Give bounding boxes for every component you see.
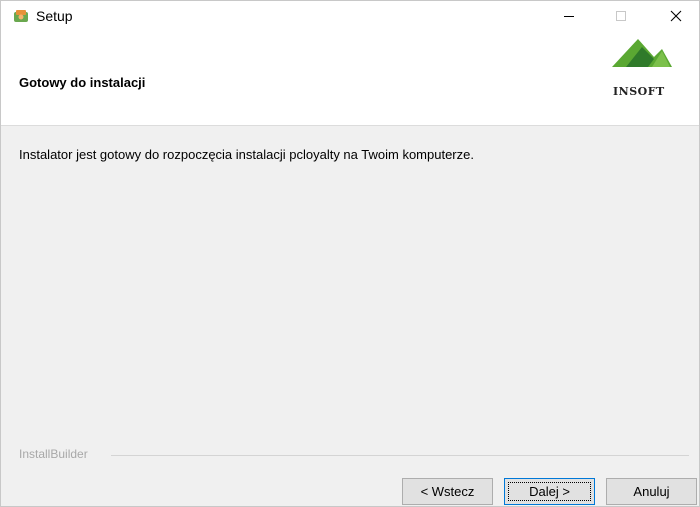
- back-button[interactable]: < Wstecz: [402, 478, 493, 505]
- page-title: Gotowy do instalacji: [19, 75, 146, 90]
- minimize-icon: [564, 16, 574, 17]
- ready-message: Instalator jest gotowy do rozpoczęcia in…: [19, 147, 474, 162]
- setup-window: Setup Gotowy do instalacji INSOFT Instal…: [0, 0, 700, 507]
- back-button-label: < Wstecz: [420, 484, 475, 499]
- maximize-button[interactable]: [598, 1, 644, 31]
- insoft-mountain-logo: [612, 39, 672, 67]
- installbuilder-branding: InstallBuilder: [19, 447, 94, 461]
- logo-text: INSOFT: [613, 85, 665, 98]
- footer-divider: [111, 455, 689, 456]
- setup-app-icon: [14, 10, 28, 22]
- minimize-button[interactable]: [546, 1, 592, 31]
- cancel-button-label: Anuluj: [633, 484, 670, 499]
- next-button[interactable]: Dalej >: [504, 478, 595, 505]
- cancel-button[interactable]: Anuluj: [606, 478, 697, 505]
- close-icon: [670, 10, 682, 22]
- window-title: Setup: [36, 8, 73, 24]
- maximize-icon: [616, 11, 626, 21]
- focus-rect: [508, 482, 591, 501]
- title-bar[interactable]: Setup: [1, 1, 699, 31]
- header-panel: Gotowy do instalacji: [1, 31, 699, 126]
- close-button[interactable]: [653, 1, 699, 31]
